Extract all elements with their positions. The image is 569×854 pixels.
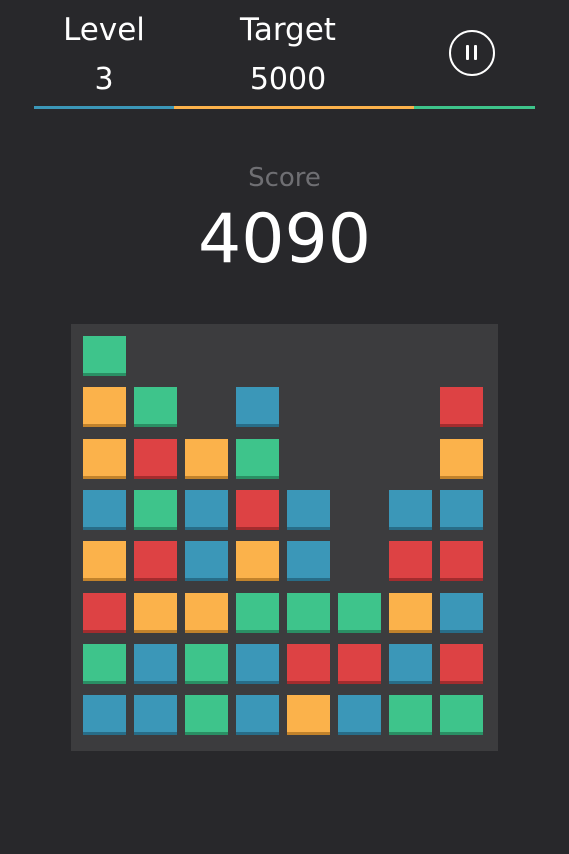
tile-yellow[interactable]	[440, 439, 483, 479]
pause-icon-bar-left	[466, 45, 469, 60]
tile-red[interactable]	[134, 541, 177, 581]
tile-red[interactable]	[440, 644, 483, 684]
progress-segment-teal	[414, 106, 535, 109]
tile-green[interactable]	[134, 387, 177, 427]
level-value: 3	[94, 62, 114, 97]
tile-red[interactable]	[236, 490, 279, 530]
tile-blue[interactable]	[287, 541, 330, 581]
tile-yellow[interactable]	[185, 439, 228, 479]
tile-green[interactable]	[236, 439, 279, 479]
score-label: Score	[248, 163, 321, 193]
tile-blue[interactable]	[134, 695, 177, 735]
game-board	[71, 324, 498, 751]
tile-red[interactable]	[389, 541, 432, 581]
tile-blue[interactable]	[185, 490, 228, 530]
tile-blue[interactable]	[440, 490, 483, 530]
tile-blue[interactable]	[440, 593, 483, 633]
tile-blue[interactable]	[287, 490, 330, 530]
tile-red[interactable]	[440, 541, 483, 581]
tile-green[interactable]	[83, 644, 126, 684]
pause-icon-bar-right	[474, 45, 477, 60]
tile-green[interactable]	[440, 695, 483, 735]
tile-blue[interactable]	[236, 644, 279, 684]
tile-blue[interactable]	[83, 695, 126, 735]
progress-segment-yellow	[174, 106, 414, 109]
tile-red[interactable]	[440, 387, 483, 427]
tile-yellow[interactable]	[236, 541, 279, 581]
tile-green[interactable]	[287, 593, 330, 633]
tile-red[interactable]	[83, 593, 126, 633]
level-label: Level	[63, 12, 145, 48]
tile-red[interactable]	[338, 644, 381, 684]
tile-red[interactable]	[134, 439, 177, 479]
tile-green[interactable]	[185, 644, 228, 684]
tile-green[interactable]	[83, 336, 126, 376]
level-progress-bar	[34, 106, 535, 109]
tile-yellow[interactable]	[83, 541, 126, 581]
tile-yellow[interactable]	[287, 695, 330, 735]
tile-yellow[interactable]	[83, 387, 126, 427]
pause-button[interactable]	[449, 30, 495, 76]
tile-blue[interactable]	[389, 644, 432, 684]
tile-blue[interactable]	[185, 541, 228, 581]
tile-yellow[interactable]	[134, 593, 177, 633]
tile-blue[interactable]	[338, 695, 381, 735]
tile-yellow[interactable]	[185, 593, 228, 633]
tile-green[interactable]	[389, 695, 432, 735]
tile-blue[interactable]	[236, 387, 279, 427]
tile-blue[interactable]	[83, 490, 126, 530]
tile-yellow[interactable]	[83, 439, 126, 479]
tile-blue[interactable]	[389, 490, 432, 530]
target-value: 5000	[249, 62, 327, 97]
score-value: 4090	[197, 200, 372, 279]
tile-green[interactable]	[236, 593, 279, 633]
tile-green[interactable]	[185, 695, 228, 735]
tile-red[interactable]	[287, 644, 330, 684]
tile-green[interactable]	[134, 490, 177, 530]
target-label: Target	[240, 12, 336, 48]
tile-yellow[interactable]	[389, 593, 432, 633]
tile-blue[interactable]	[134, 644, 177, 684]
tile-blue[interactable]	[236, 695, 279, 735]
progress-segment-blue	[34, 106, 174, 109]
tile-green[interactable]	[338, 593, 381, 633]
